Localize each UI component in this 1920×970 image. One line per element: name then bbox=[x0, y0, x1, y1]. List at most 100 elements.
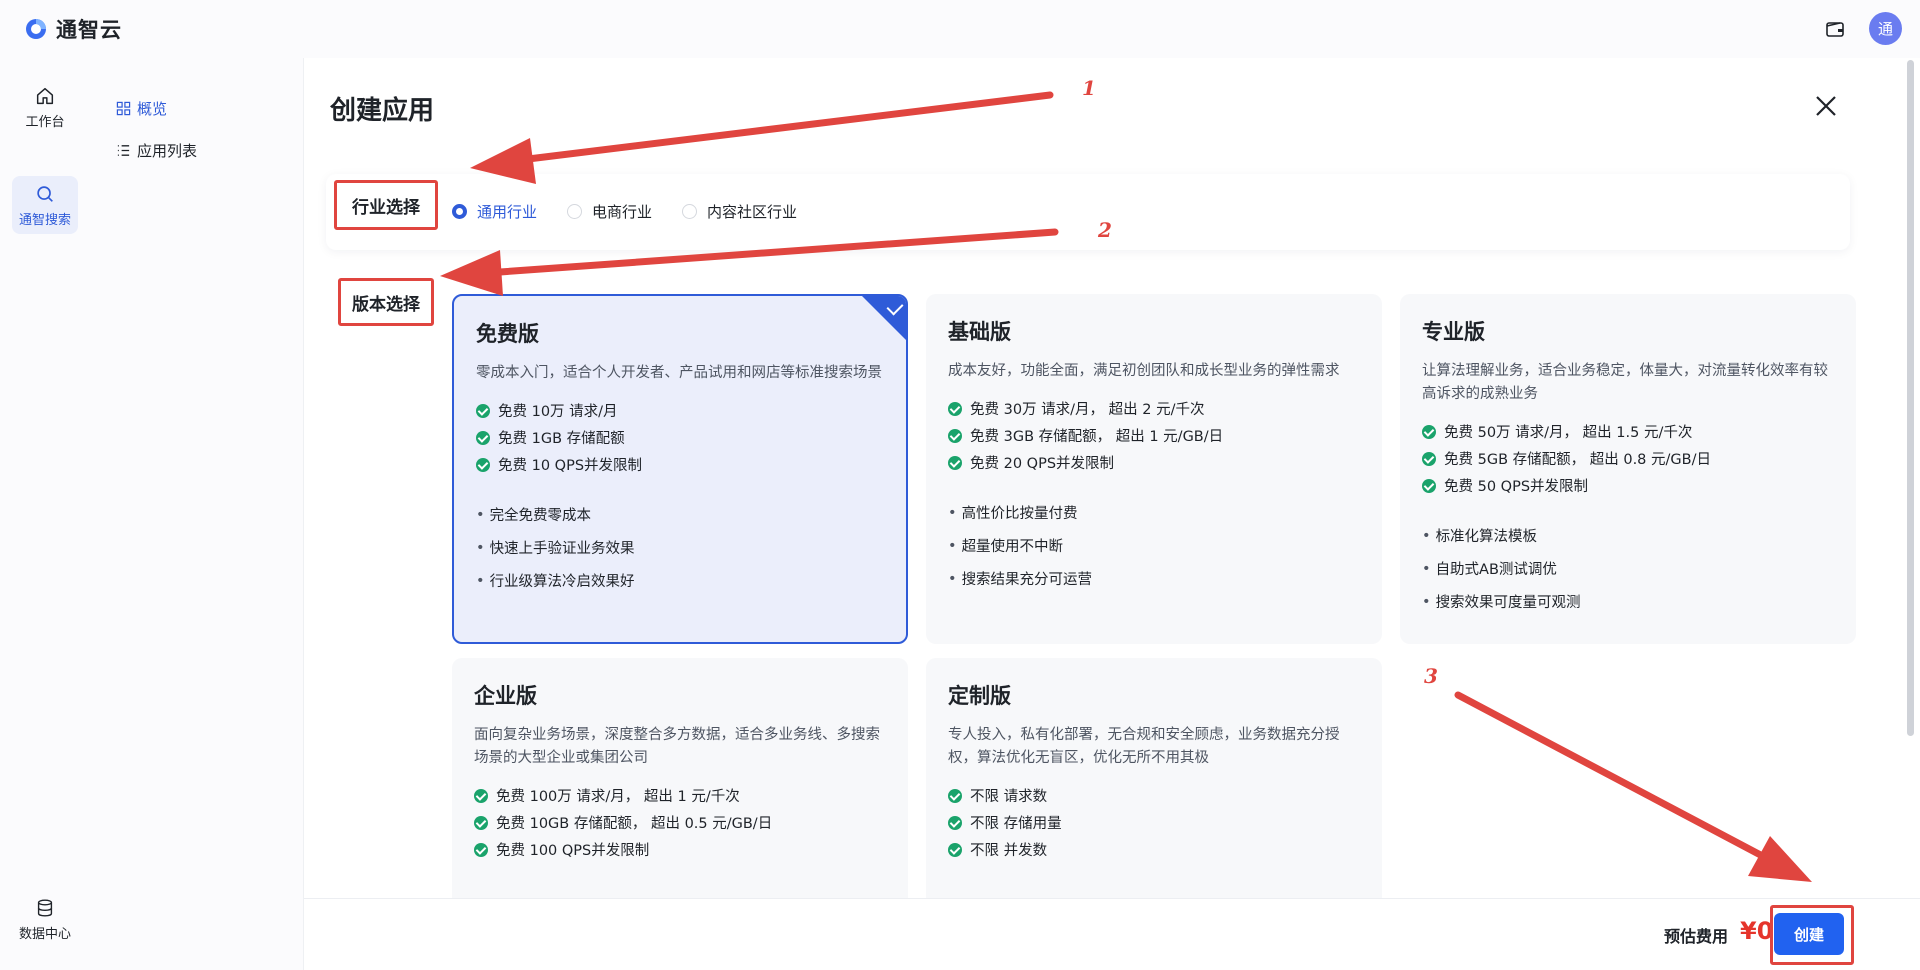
feature-text: 不限 请求数 bbox=[970, 789, 1048, 805]
plan-feature: 免费 20 QPS并发限制 bbox=[948, 449, 1360, 476]
rail-item-label: 工作台 bbox=[25, 114, 65, 130]
subnav-label: 概览 bbox=[137, 100, 168, 118]
page-title: 创建应用 bbox=[330, 96, 435, 126]
industry-selector: 通用行业 电商行业 内容社区行业 bbox=[326, 174, 1850, 250]
logo[interactable]: 通智云 bbox=[24, 14, 122, 44]
plan-bullet: 搜索效果可度量可观测 bbox=[1422, 585, 1834, 618]
plan-bullet: 标准化算法模板 bbox=[1422, 519, 1834, 552]
plan-card-free[interactable]: 免费版 零成本入门，适合个人开发者、产品试用和网店等标准搜索场景 免费 10万 … bbox=[452, 294, 908, 644]
footer-bar: 预估费用 ¥0 创建 bbox=[304, 898, 1920, 970]
subnav-item-app-list[interactable]: 应用列表 bbox=[116, 140, 197, 161]
plan-feature: 免费 10万 请求/月 bbox=[476, 397, 884, 424]
rail-item-label: 数据中心 bbox=[18, 926, 71, 942]
wallet-icon[interactable] bbox=[1823, 17, 1847, 41]
plan-feature: 免费 30万 请求/月， 超出 2 元/千次 bbox=[948, 395, 1360, 422]
list-icon bbox=[117, 145, 130, 156]
plan-card-pro[interactable]: 专业版 让算法理解业务，适合业务稳定，体量大，对流量转化效率有较高诉求的成熟业务… bbox=[1400, 294, 1856, 644]
plan-name: 专业版 bbox=[1422, 320, 1485, 344]
radio-label: 通用行业 bbox=[477, 203, 538, 221]
cost-label: 预估费用 bbox=[1664, 927, 1729, 946]
feature-text: 免费 100万 请求/月， 超出 1 元/千次 bbox=[496, 789, 740, 805]
rail-item-workbench[interactable]: 工作台 bbox=[12, 78, 78, 136]
annotation-number-1: 1 bbox=[1082, 76, 1096, 100]
feature-text: 免费 30万 请求/月， 超出 2 元/千次 bbox=[970, 402, 1205, 418]
plan-feature: 免费 50 QPS并发限制 bbox=[1422, 472, 1834, 499]
plan-desc: 零成本入门，适合个人开发者、产品试用和网店等标准搜索场景 bbox=[476, 365, 882, 381]
version-label: 版本选择 bbox=[338, 278, 434, 326]
plan-feature: 不限 请求数 bbox=[948, 782, 1360, 809]
check-circle-icon bbox=[1422, 424, 1436, 439]
plan-desc: 让算法理解业务，适合业务稳定，体量大，对流量转化效率有较高诉求的成熟业务 bbox=[1422, 363, 1828, 402]
plan-desc: 面向复杂业务场景，深度整合多方数据，适合多业务线、多搜索场景的大型企业或集团公司 bbox=[474, 727, 880, 766]
plan-name: 定制版 bbox=[948, 684, 1011, 708]
check-circle-icon bbox=[948, 815, 962, 830]
annotation-number-2: 2 bbox=[1098, 218, 1112, 242]
feature-text: 免费 10 QPS并发限制 bbox=[498, 458, 643, 474]
plan-feature: 免费 100万 请求/月， 超出 1 元/千次 bbox=[474, 782, 886, 809]
rail-item-search[interactable]: 通智搜索 bbox=[12, 176, 78, 234]
check-circle-icon bbox=[948, 788, 962, 803]
top-bar: 通智云 通 bbox=[0, 0, 1920, 58]
check-circle-icon bbox=[474, 842, 488, 857]
check-circle-icon bbox=[1422, 451, 1436, 466]
plan-card-custom[interactable]: 定制版 专人投入，私有化部署，无合规和安全顾虑，业务数据充分授权，算法优化无盲区… bbox=[926, 658, 1382, 918]
plan-card-basic[interactable]: 基础版 成本友好，功能全面，满足初创团队和成长型业务的弹性需求 免费 30万 请… bbox=[926, 294, 1382, 644]
check-circle-icon bbox=[476, 457, 490, 472]
radio-label: 内容社区行业 bbox=[707, 203, 798, 221]
feature-text: 免费 5GB 存储配额， 超出 0.8 元/GB/日 bbox=[1444, 452, 1711, 468]
subnav-item-overview[interactable]: 概览 bbox=[116, 98, 167, 119]
create-app-panel: 创建应用 通用行业 电商行业 内容社区行业 行业选择 版本选择 免费版 零成本入… bbox=[304, 58, 1920, 970]
feature-text: 免费 50万 请求/月， 超出 1.5 元/千次 bbox=[1444, 425, 1693, 441]
plan-feature: 免费 5GB 存储配额， 超出 0.8 元/GB/日 bbox=[1422, 445, 1834, 472]
database-icon bbox=[37, 899, 53, 916]
feature-text: 免费 3GB 存储配额， 超出 1 元/GB/日 bbox=[970, 429, 1224, 445]
radio-dot bbox=[567, 204, 583, 219]
radio-dot bbox=[452, 204, 467, 219]
plan-feature: 不限 存储用量 bbox=[948, 809, 1360, 836]
radio-general-industry[interactable]: 通用行业 bbox=[452, 201, 537, 222]
scrollbar[interactable] bbox=[1907, 60, 1914, 736]
radio-dot bbox=[682, 204, 698, 219]
feature-text: 免费 50 QPS并发限制 bbox=[1444, 479, 1589, 495]
plan-desc: 专人投入，私有化部署，无合规和安全顾虑，业务数据充分授权，算法优化无盲区，优化无… bbox=[948, 727, 1340, 766]
plan-bullet: 自助式AB测试调优 bbox=[1422, 552, 1834, 585]
plan-name: 免费版 bbox=[476, 322, 539, 346]
radio-content-community-industry[interactable]: 内容社区行业 bbox=[682, 201, 797, 222]
industry-radio-group: 通用行业 电商行业 内容社区行业 bbox=[452, 201, 797, 222]
plan-feature: 免费 100 QPS并发限制 bbox=[474, 836, 886, 863]
search-icon bbox=[37, 185, 53, 202]
plan-bullet: 超量使用不中断 bbox=[948, 529, 1360, 562]
plan-feature: 免费 10GB 存储配额， 超出 0.5 元/GB/日 bbox=[474, 809, 886, 836]
rail-item-data-center[interactable]: 数据中心 bbox=[12, 890, 78, 948]
plan-bullet: 行业级算法冷启效果好 bbox=[476, 564, 884, 597]
rail-item-label: 通智搜索 bbox=[18, 212, 71, 228]
grid-icon bbox=[116, 101, 131, 116]
feature-text: 免费 10GB 存储配额， 超出 0.5 元/GB/日 bbox=[496, 816, 773, 832]
plan-desc: 成本友好，功能全面，满足初创团队和成长型业务的弹性需求 bbox=[948, 363, 1340, 379]
feature-text: 不限 并发数 bbox=[970, 843, 1048, 859]
check-circle-icon bbox=[948, 401, 962, 416]
close-icon[interactable] bbox=[1812, 92, 1840, 120]
check-circle-icon bbox=[474, 788, 488, 803]
annotation-number-3: 3 bbox=[1424, 664, 1438, 688]
check-circle-icon bbox=[948, 428, 962, 443]
plan-bullet: 搜索结果充分可运营 bbox=[948, 562, 1360, 595]
plan-bullet: 完全免费零成本 bbox=[476, 498, 884, 531]
radio-ecommerce-industry[interactable]: 电商行业 bbox=[567, 201, 652, 222]
create-button[interactable]: 创建 bbox=[1774, 913, 1844, 955]
avatar[interactable]: 通 bbox=[1869, 12, 1902, 45]
plan-feature: 免费 10 QPS并发限制 bbox=[476, 451, 884, 478]
logo-icon bbox=[26, 19, 46, 39]
feature-text: 免费 20 QPS并发限制 bbox=[970, 456, 1115, 472]
industry-label: 行业选择 bbox=[334, 180, 438, 230]
plan-card-enterprise[interactable]: 企业版 面向复杂业务场景，深度整合多方数据，适合多业务线、多搜索场景的大型企业或… bbox=[452, 658, 908, 918]
feature-text: 免费 100 QPS并发限制 bbox=[496, 843, 650, 859]
plan-name: 基础版 bbox=[948, 320, 1011, 344]
cost-value: ¥0 bbox=[1740, 917, 1774, 945]
check-circle-icon bbox=[474, 815, 488, 830]
feature-text: 免费 10万 请求/月 bbox=[498, 404, 618, 420]
plan-feature: 免费 1GB 存储配额 bbox=[476, 424, 884, 451]
plan-feature: 免费 50万 请求/月， 超出 1.5 元/千次 bbox=[1422, 418, 1834, 445]
feature-text: 不限 存储用量 bbox=[970, 816, 1062, 832]
check-circle-icon bbox=[1422, 478, 1436, 493]
